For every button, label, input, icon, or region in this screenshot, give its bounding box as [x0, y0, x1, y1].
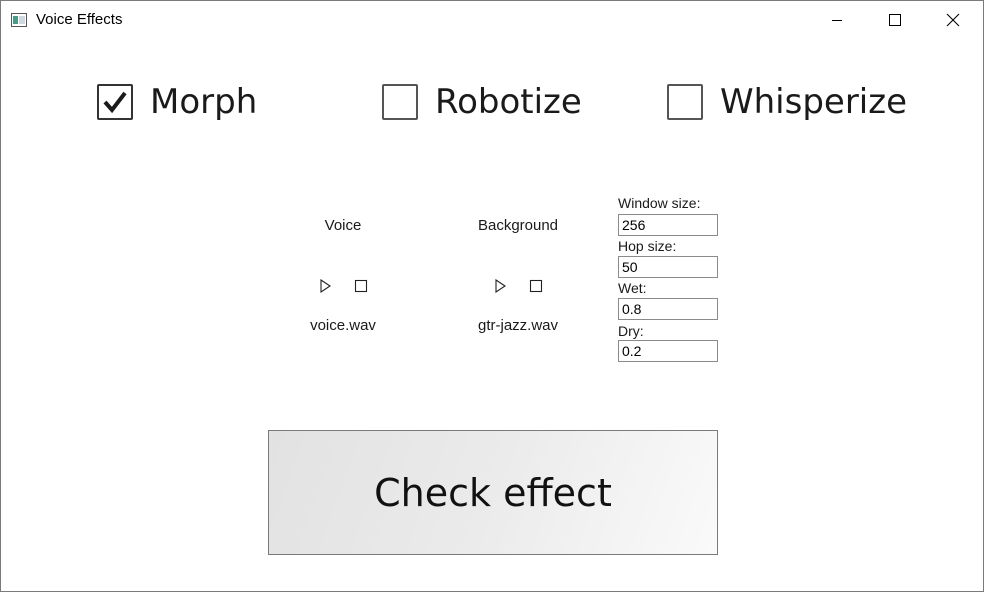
checkmark-icon [103, 91, 127, 114]
window-size-input[interactable]: 256 [618, 214, 718, 236]
close-icon [946, 13, 960, 27]
maximize-button[interactable] [872, 1, 918, 39]
title-bar[interactable]: Voice Effects [1, 1, 983, 39]
whisperize-checkbox-box[interactable] [667, 84, 703, 120]
minimize-button[interactable] [814, 1, 860, 39]
wet-label: Wet: [618, 280, 647, 296]
morph-checkbox[interactable]: Morph [97, 81, 257, 123]
wet-input[interactable]: 0.8 [618, 298, 718, 320]
background-play-button[interactable] [491, 277, 509, 295]
robotize-checkbox[interactable]: Robotize [382, 81, 582, 123]
background-stop-button[interactable] [527, 277, 545, 295]
whisperize-label: Whisperize [720, 82, 908, 122]
maximize-icon [889, 14, 901, 26]
hop-size-label: Hop size: [618, 238, 677, 254]
minimize-icon [832, 20, 842, 21]
whisperize-checkbox[interactable]: Whisperize [667, 81, 907, 123]
window-size-label: Window size: [618, 195, 701, 211]
check-effect-button[interactable]: Check effect [268, 430, 718, 555]
window-title: Voice Effects [36, 11, 123, 28]
play-icon [320, 279, 331, 293]
hop-size-input[interactable]: 50 [618, 256, 718, 278]
close-button[interactable] [930, 1, 976, 39]
app-window-icon [11, 12, 27, 27]
play-icon [495, 279, 506, 293]
stop-icon [529, 279, 543, 293]
robotize-label: Robotize [435, 82, 582, 122]
voice-stop-button[interactable] [352, 277, 370, 295]
stop-icon [354, 279, 368, 293]
morph-checkbox-box[interactable] [97, 84, 133, 120]
background-label: Background [477, 217, 559, 234]
app-window: Voice Effects Morph Robotize Whisperize … [0, 0, 984, 592]
dry-input[interactable]: 0.2 [618, 340, 718, 362]
background-file-name: gtr-jazz.wav [477, 317, 559, 334]
dry-label: Dry: [618, 323, 644, 339]
voice-file-name: voice.wav [310, 317, 376, 334]
morph-label: Morph [150, 82, 258, 122]
check-effect-label: Check effect [374, 470, 612, 515]
voice-play-button[interactable] [316, 277, 334, 295]
robotize-checkbox-box[interactable] [382, 84, 418, 120]
voice-label: Voice [324, 217, 362, 234]
